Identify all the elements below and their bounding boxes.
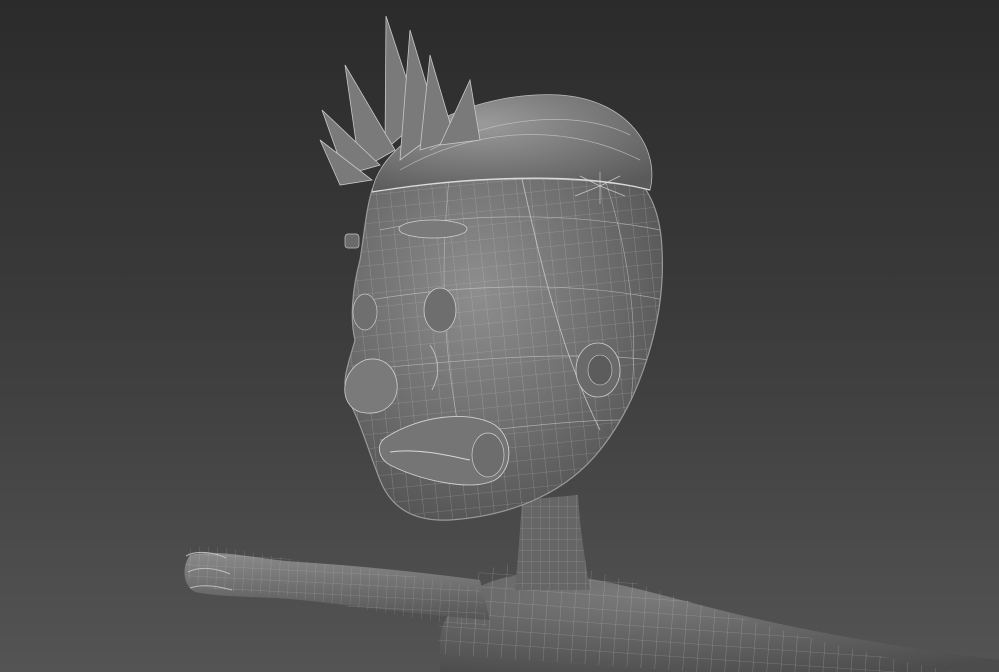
3d-viewport[interactable]: [0, 0, 999, 672]
torso-mesh: [437, 556, 999, 672]
ear: [575, 342, 621, 398]
neck-mesh: [515, 495, 590, 590]
character-model-render: [182, 15, 999, 672]
head-nub: [352, 293, 378, 331]
eye: [423, 287, 457, 333]
eyebrow: [398, 219, 468, 239]
head-tab: [344, 233, 360, 249]
arm-mesh: [182, 545, 492, 629]
